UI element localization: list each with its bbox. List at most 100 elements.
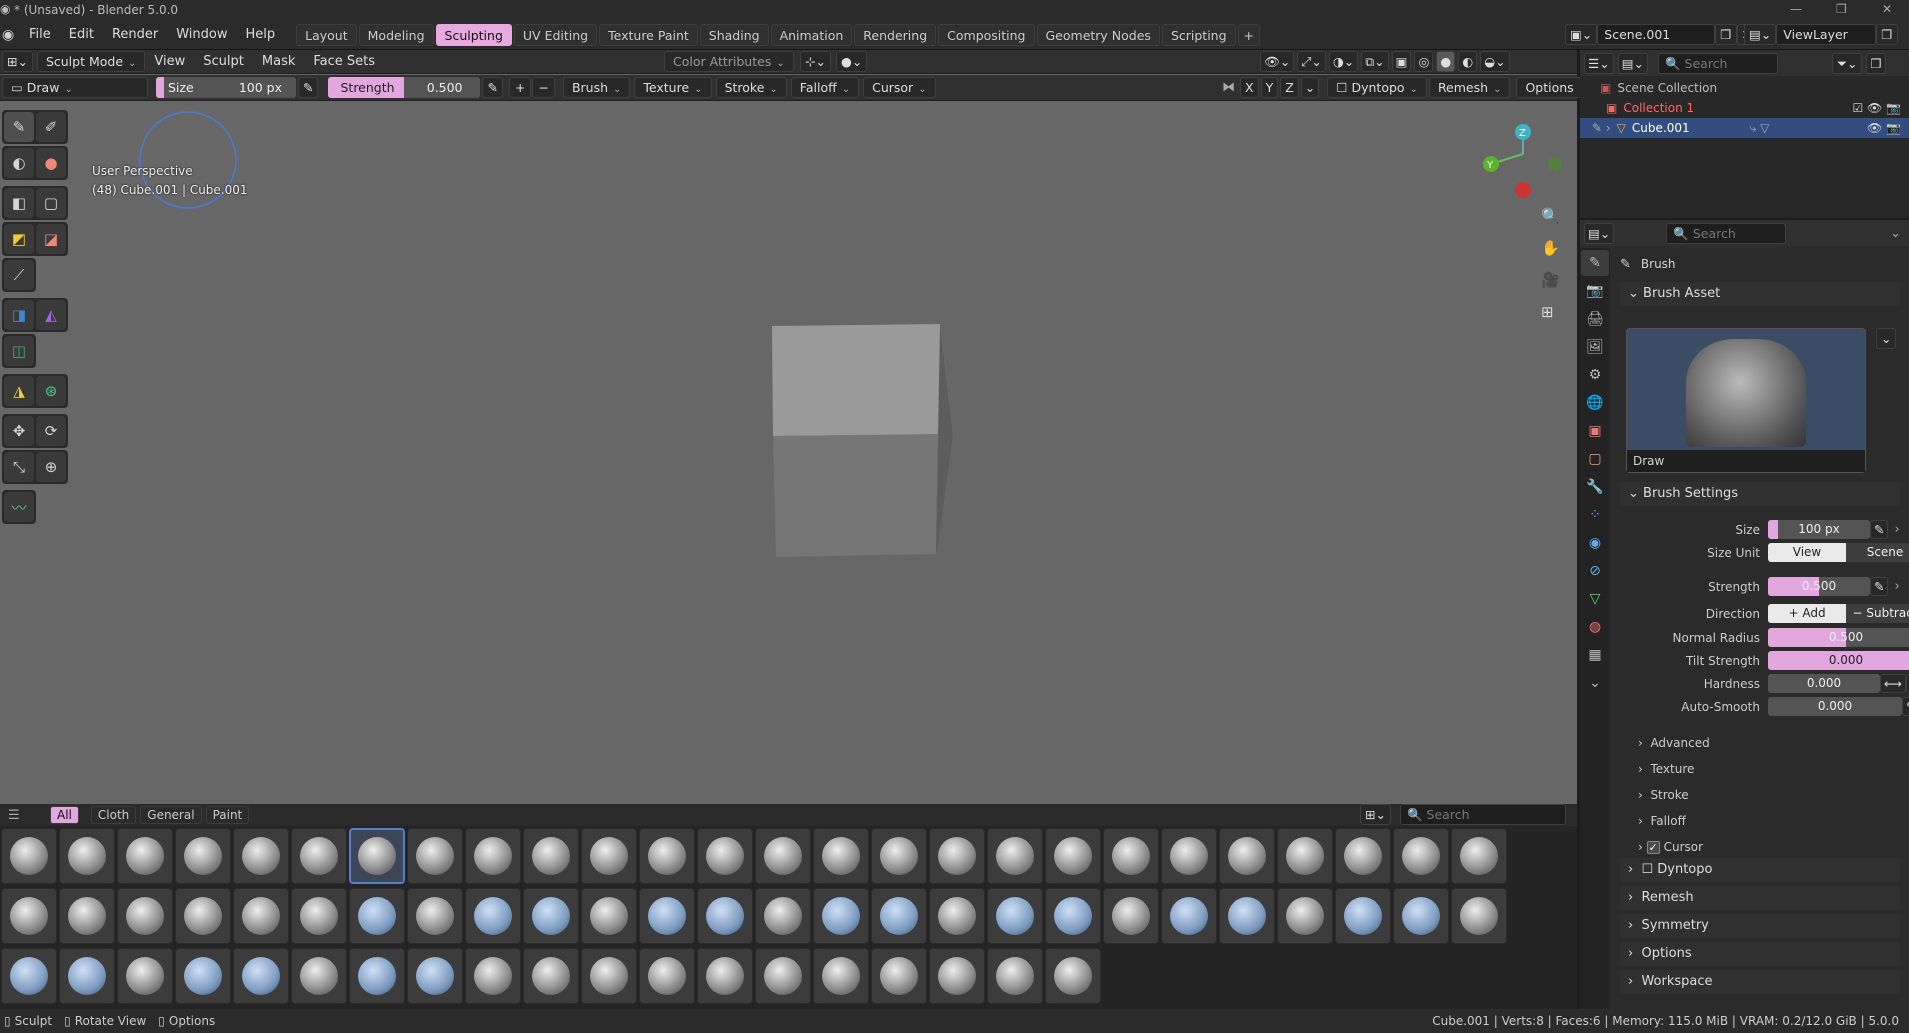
brush-thumbnail[interactable] [291, 948, 347, 1004]
maximize-icon[interactable]: ❐ [1836, 2, 1847, 16]
brush-thumbnail[interactable] [117, 888, 173, 944]
properties-editor-icon[interactable]: ▤⌄ [1584, 222, 1615, 244]
menu-mask[interactable]: Mask [253, 49, 304, 75]
size-slider[interactable]: Size 100 px [156, 77, 296, 98]
falloff-menu[interactable]: Falloff [790, 77, 860, 98]
subpanel-cursor[interactable]: › ✓ Cursor [1638, 834, 1710, 860]
brush-thumbnail[interactable] [407, 888, 463, 944]
dyntopo-panel[interactable]: › ☐ Dyntopo [1620, 858, 1900, 882]
dyntopo-dropdown[interactable]: ☐ Dyntopo [1327, 77, 1427, 98]
collection-tab-icon[interactable]: ▣ [1581, 418, 1609, 444]
collection-row[interactable]: ▣ Collection 1 ☑ 👁 📷 [1580, 98, 1909, 118]
brush-thumbnail[interactable] [1219, 828, 1275, 884]
annotate-tool-icon[interactable]: 〰 [4, 492, 34, 522]
box-hide-icon[interactable]: ▢ [36, 188, 66, 218]
more-tabs-icon[interactable]: ⌄ [1581, 670, 1609, 696]
brush-thumbnail[interactable] [1451, 828, 1507, 884]
draw-tool-icon[interactable]: ✎ [4, 112, 34, 142]
brush-thumbnail[interactable] [233, 828, 289, 884]
menu-window[interactable]: Window [167, 22, 236, 48]
direction-add-button[interactable]: + Add [1768, 604, 1846, 623]
brush-thumbnail[interactable] [465, 828, 521, 884]
brush-thumbnail[interactable] [581, 948, 637, 1004]
shelf-tab-general[interactable]: General [140, 806, 202, 824]
snap-icon[interactable]: ●⌄ [836, 51, 868, 72]
brush-thumbnail[interactable] [871, 948, 927, 1004]
solid-shading-icon[interactable]: ● [1436, 51, 1456, 72]
minimize-icon[interactable]: — [1790, 2, 1802, 16]
navigation-gizmo[interactable]: Z Y [1475, 120, 1565, 200]
brush-thumbnail[interactable] [1219, 888, 1275, 944]
tab-scripting[interactable]: Scripting [1161, 23, 1236, 46]
brush-thumbnail[interactable] [639, 828, 695, 884]
shelf-tab-paint[interactable]: Paint [205, 806, 250, 824]
dyntopo-checkbox[interactable]: ☐ [1336, 80, 1351, 95]
brush-thumbnail[interactable] [1045, 948, 1101, 1004]
brush-thumbnail[interactable] [929, 888, 985, 944]
physics-tab-icon[interactable]: ◉ [1581, 530, 1609, 556]
brush-thumbnail[interactable] [175, 828, 231, 884]
new-scene-icon[interactable]: ❐ [1715, 24, 1737, 45]
mode-selector[interactable]: Sculpt Mode [36, 51, 146, 72]
brush-thumbnail[interactable] [233, 948, 289, 1004]
constraints-tab-icon[interactable]: ⊘ [1581, 558, 1609, 584]
object-visibility-icons[interactable]: 👁 📷 [1867, 121, 1901, 135]
brush-menu[interactable]: Brush [562, 77, 631, 98]
size-unit-view-button[interactable]: View [1768, 543, 1846, 562]
blender-menu-icon[interactable]: ◉ [2, 27, 16, 43]
brush-thumbnail[interactable] [1277, 828, 1333, 884]
brush-thumbnail[interactable] [1393, 828, 1449, 884]
brush-thumbnail[interactable] [59, 828, 115, 884]
brush-thumbnail[interactable] [1103, 828, 1159, 884]
chevron-right-icon[interactable]: › [1894, 579, 1899, 594]
brush-thumbnail[interactable] [581, 888, 637, 944]
brush-thumbnail[interactable] [59, 888, 115, 944]
tab-animation[interactable]: Animation [770, 23, 853, 46]
scale-tool-icon[interactable]: ⤡ [4, 452, 34, 482]
brush-thumbnail[interactable] [1103, 888, 1159, 944]
3d-viewport[interactable]: User Perspective (48) Cube.001 | Cube.00… [0, 50, 1577, 824]
menu-edit[interactable]: Edit [60, 22, 103, 48]
tab-compositing[interactable]: Compositing [938, 23, 1035, 46]
brush-thumbnail[interactable] [1, 888, 57, 944]
brush-thumbnail[interactable] [1161, 828, 1217, 884]
brush-thumbnail[interactable] [465, 888, 521, 944]
remesh-dropdown[interactable]: Remesh [1428, 77, 1511, 98]
new-collection-icon[interactable]: ❐ [1866, 52, 1886, 74]
scene-tab-icon[interactable]: ⚙ [1581, 362, 1609, 388]
transform-pivot-icon[interactable]: ⊹⌄ [800, 51, 831, 72]
tab-rendering[interactable]: Rendering [854, 23, 937, 46]
new-view-layer-icon[interactable]: ❐ [1876, 24, 1898, 45]
pan-hand-icon[interactable]: ✋ [1541, 232, 1560, 264]
size-pressure-icon[interactable]: ✎ [298, 77, 319, 98]
xray-icon[interactable]: ⧉⌄ [1361, 51, 1389, 72]
object-tab-icon[interactable]: ▢ [1581, 446, 1609, 472]
strength-pressure-icon[interactable]: ✎ [1870, 577, 1889, 596]
tab-sculpting[interactable]: Sculpting [435, 23, 512, 46]
mirror-z-button[interactable]: Z [1280, 77, 1299, 98]
tab-layout[interactable]: Layout [296, 23, 357, 46]
shelf-search-input[interactable]: 🔍 Search [1400, 804, 1566, 825]
shelf-menu-icon[interactable]: ☰ [8, 808, 38, 823]
direction-subtract-button[interactable]: − Subtract [1846, 604, 1909, 623]
material-tab-icon[interactable]: ◍ [1581, 614, 1609, 640]
brush-thumbnail[interactable] [233, 888, 289, 944]
texture-tab-icon[interactable]: ▦ [1581, 642, 1609, 668]
scene-icon[interactable]: ▣⌄ [1565, 24, 1598, 45]
close-icon[interactable]: ✕ [1882, 2, 1892, 16]
menu-view[interactable]: View [145, 49, 194, 75]
brush-thumbnail[interactable] [987, 888, 1043, 944]
particles-tab-icon[interactable]: ⁘ [1581, 502, 1609, 528]
strength-slider[interactable]: Strength 0.500 [328, 77, 481, 98]
brush-thumbnail[interactable] [1335, 828, 1391, 884]
tab-geometry-nodes[interactable]: Geometry Nodes [1036, 23, 1160, 46]
tab-shading[interactable]: Shading [699, 23, 769, 46]
brush-thumbnail[interactable] [291, 828, 347, 884]
brush-thumbnail[interactable] [755, 948, 811, 1004]
brush-thumbnail[interactable] [1045, 828, 1101, 884]
subpanel-texture[interactable]: › Texture [1638, 756, 1710, 782]
camera-view-icon[interactable]: 🎥 [1541, 264, 1560, 296]
brush-thumbnail[interactable] [523, 828, 579, 884]
menu-file[interactable]: File [20, 22, 60, 48]
brush-thumbnail[interactable] [987, 948, 1043, 1004]
